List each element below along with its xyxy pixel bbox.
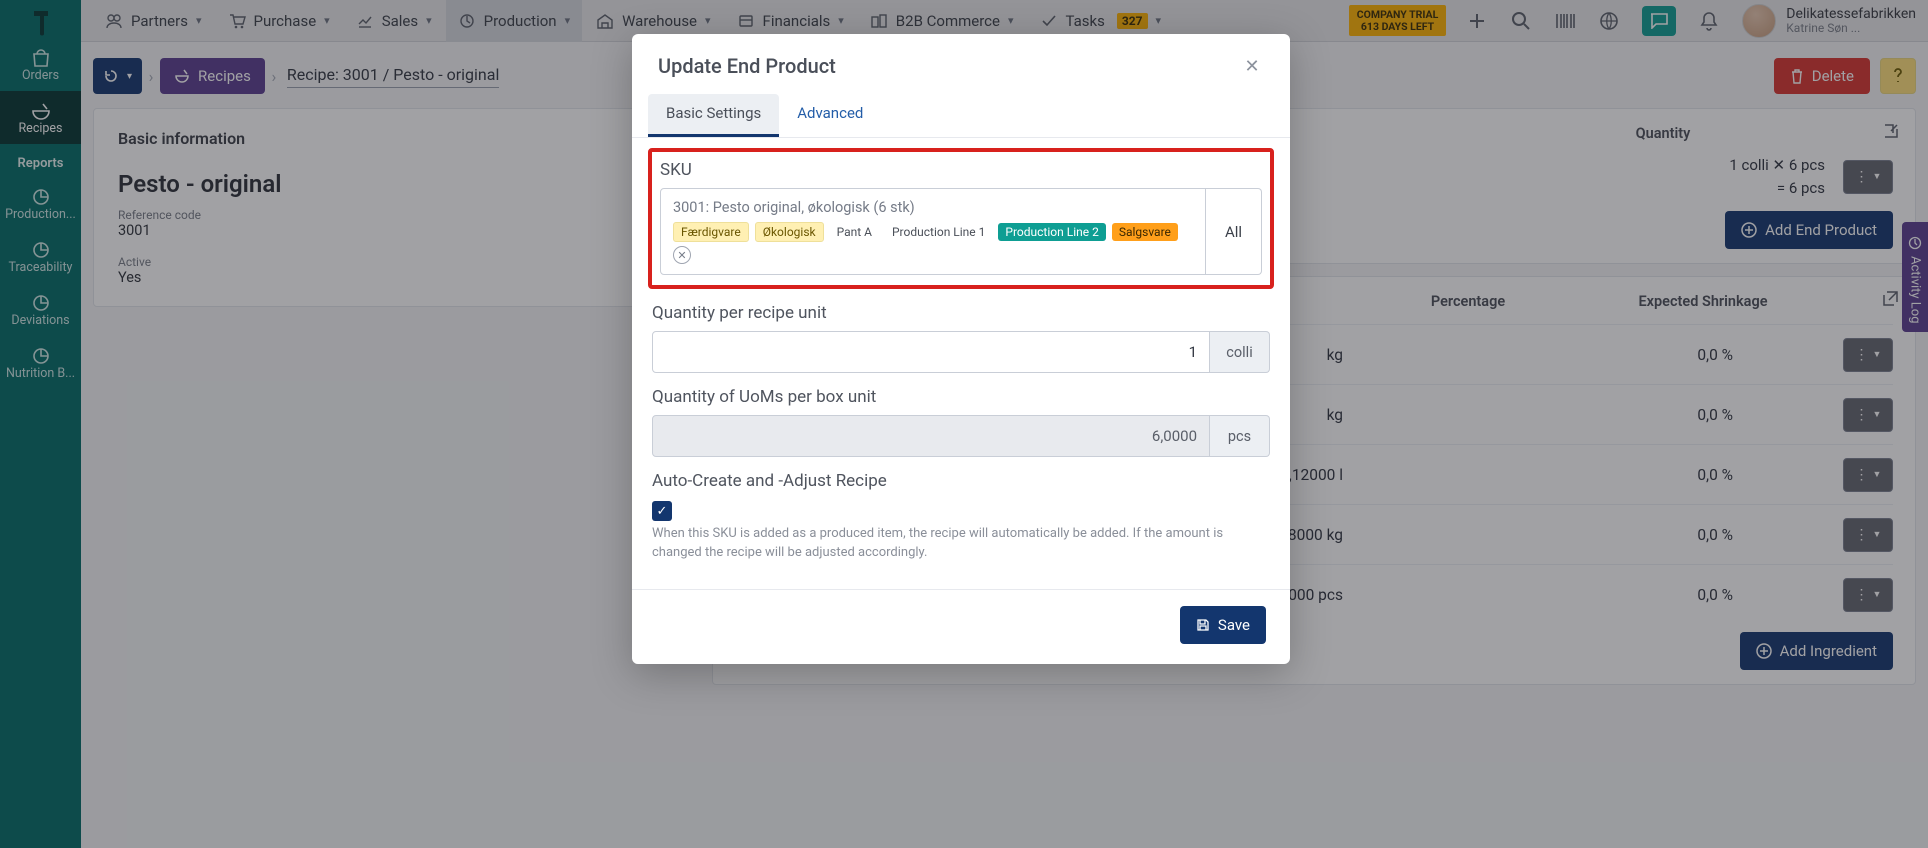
auto-create-label: Auto-Create and -Adjust Recipe [652,471,1270,491]
sku-label: SKU [660,160,1262,180]
sku-clear-icon[interactable]: ✕ [673,246,691,264]
close-icon[interactable]: ✕ [1240,54,1264,78]
sku-tag: Production Line 2 [998,223,1105,241]
sku-tag: Salgsvare [1112,223,1178,241]
sku-tag: Pant A [830,223,879,241]
qty-per-recipe-unit: colli [1210,331,1270,373]
tab-basic-settings[interactable]: Basic Settings [648,94,779,137]
sku-selected-value: 3001: Pesto original, økologisk (6 stk) [673,199,1193,216]
uom-per-box-input [652,415,1210,457]
modal-title: Update End Product [658,54,836,78]
auto-create-checkbox[interactable]: ✓ [652,501,672,521]
tab-advanced[interactable]: Advanced [779,94,881,137]
update-end-product-modal: Update End Product ✕ Basic Settings Adva… [632,34,1290,664]
qty-per-recipe-label: Quantity per recipe unit [652,303,1270,323]
sku-all-button[interactable]: All [1206,188,1262,275]
uom-per-box-label: Quantity of UoMs per box unit [652,387,1270,407]
sku-highlight-region: SKU 3001: Pesto original, økologisk (6 s… [648,148,1274,289]
sku-select[interactable]: 3001: Pesto original, økologisk (6 stk) … [660,188,1206,275]
sku-tag: Økologisk [755,222,824,242]
auto-create-description: When this SKU is added as a produced ite… [652,525,1270,563]
sku-tag: Production Line 1 [885,223,992,241]
qty-per-recipe-input[interactable] [652,331,1210,373]
sku-tag: Færdigvare [673,222,749,242]
save-button[interactable]: Save [1180,606,1266,644]
uom-per-box-unit: pcs [1210,415,1270,457]
